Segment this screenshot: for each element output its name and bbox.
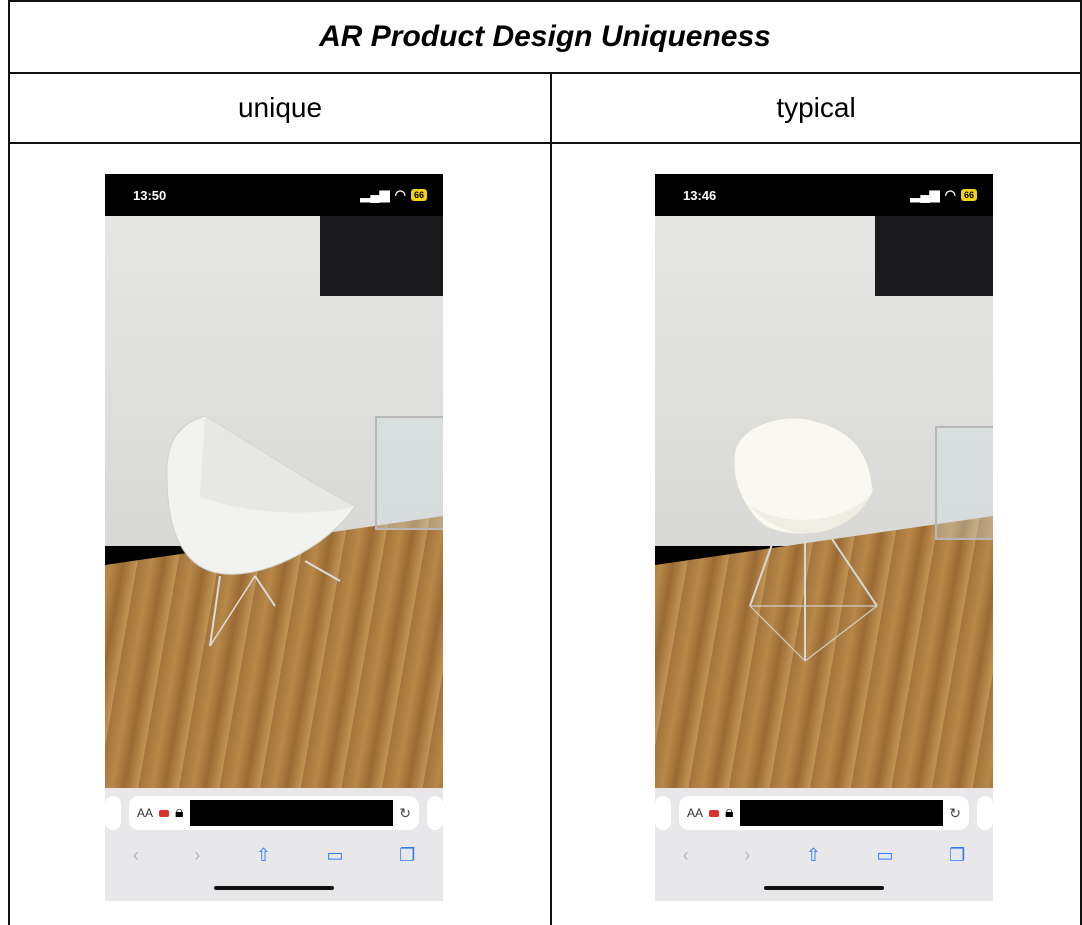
status-bar: 13:46 ▂▄▆ ◠ 66 (655, 174, 993, 216)
ar-camera-scene (655, 216, 993, 788)
signal-icon: ▂▄▆ (910, 187, 940, 202)
address-bar[interactable]: AA 🔒︎ ↻ (129, 796, 419, 830)
bookmarks-icon[interactable]: ▭ (877, 845, 894, 866)
status-time: 13:50 (133, 188, 167, 203)
safari-browser-chrome: AA 🔒︎ ↻ ‹ › ⇧ ▭ ❐ (655, 788, 993, 901)
status-time: 13:46 (683, 188, 717, 203)
table-title: AR Product Design Uniqueness (319, 20, 771, 53)
reader-aa-button[interactable]: AA (137, 806, 153, 820)
lock-icon: 🔒︎ (725, 804, 734, 821)
title-row: AR Product Design Uniqueness (8, 0, 1082, 74)
prev-tab-peek[interactable] (655, 796, 671, 830)
comparison-table: AR Product Design Uniqueness unique typi… (8, 0, 1082, 925)
tabs-icon[interactable]: ❐ (949, 845, 965, 866)
browser-toolbar: ‹ › ⇧ ▭ ❐ (655, 840, 993, 870)
camera-in-use-icon (159, 809, 170, 817)
prev-tab-peek[interactable] (105, 796, 121, 830)
battery-icon: 66 (960, 189, 977, 201)
signal-icon: ▂▄▆ (360, 187, 390, 202)
chair-unique (166, 415, 356, 647)
phone-screenshot-unique: 13:50 ▂▄▆ ◠ 66 AA 🔒︎ ↻ ‹ › ⇧ ▭ ❐ (105, 174, 443, 901)
status-bar: 13:50 ▂▄▆ ◠ 66 (105, 174, 443, 216)
forward-icon[interactable]: › (744, 845, 750, 866)
browser-toolbar: ‹ › ⇧ ▭ ❐ (105, 840, 443, 870)
column-header-typical: typical (776, 92, 856, 123)
lock-icon: 🔒︎ (175, 804, 184, 821)
reader-aa-button[interactable]: AA (687, 806, 703, 820)
share-icon[interactable]: ⇧ (806, 845, 821, 866)
body-cell-typical: 13:46 ▂▄▆ ◠ 66 AA 🔒︎ ↻ ‹ › ⇧ ▭ ❐ (550, 142, 1082, 925)
column-header-unique: unique (237, 92, 323, 123)
next-tab-peek[interactable] (977, 796, 993, 830)
bookmarks-icon[interactable]: ▭ (327, 845, 344, 866)
redacted-url (189, 800, 394, 826)
address-bar[interactable]: AA 🔒︎ ↻ (679, 796, 969, 830)
phone-screenshot-typical: 13:46 ▂▄▆ ◠ 66 AA 🔒︎ ↻ ‹ › ⇧ ▭ ❐ (655, 174, 993, 901)
wifi-icon: ◠ (944, 187, 956, 202)
header-cell-unique: unique (8, 72, 552, 144)
status-icons: ▂▄▆ ◠ 66 (910, 187, 977, 203)
forward-icon[interactable]: › (194, 845, 200, 866)
chair-typical (733, 417, 878, 662)
redacted-url (739, 800, 944, 826)
home-indicator (214, 886, 334, 890)
ar-camera-scene (105, 216, 443, 788)
tabs-icon[interactable]: ❐ (399, 845, 415, 866)
camera-in-use-icon (709, 809, 720, 817)
next-tab-peek[interactable] (427, 796, 443, 830)
reload-icon[interactable]: ↻ (949, 805, 961, 822)
header-cell-typical: typical (550, 72, 1082, 144)
back-icon[interactable]: ‹ (133, 845, 139, 866)
safari-browser-chrome: AA 🔒︎ ↻ ‹ › ⇧ ▭ ❐ (105, 788, 443, 901)
wifi-icon: ◠ (394, 187, 406, 202)
battery-icon: 66 (410, 189, 427, 201)
back-icon[interactable]: ‹ (683, 845, 689, 866)
home-indicator (764, 886, 884, 890)
reload-icon[interactable]: ↻ (399, 805, 411, 822)
status-icons: ▂▄▆ ◠ 66 (360, 187, 427, 203)
body-cell-unique: 13:50 ▂▄▆ ◠ 66 AA 🔒︎ ↻ ‹ › ⇧ ▭ ❐ (8, 142, 552, 925)
share-icon[interactable]: ⇧ (256, 845, 271, 866)
